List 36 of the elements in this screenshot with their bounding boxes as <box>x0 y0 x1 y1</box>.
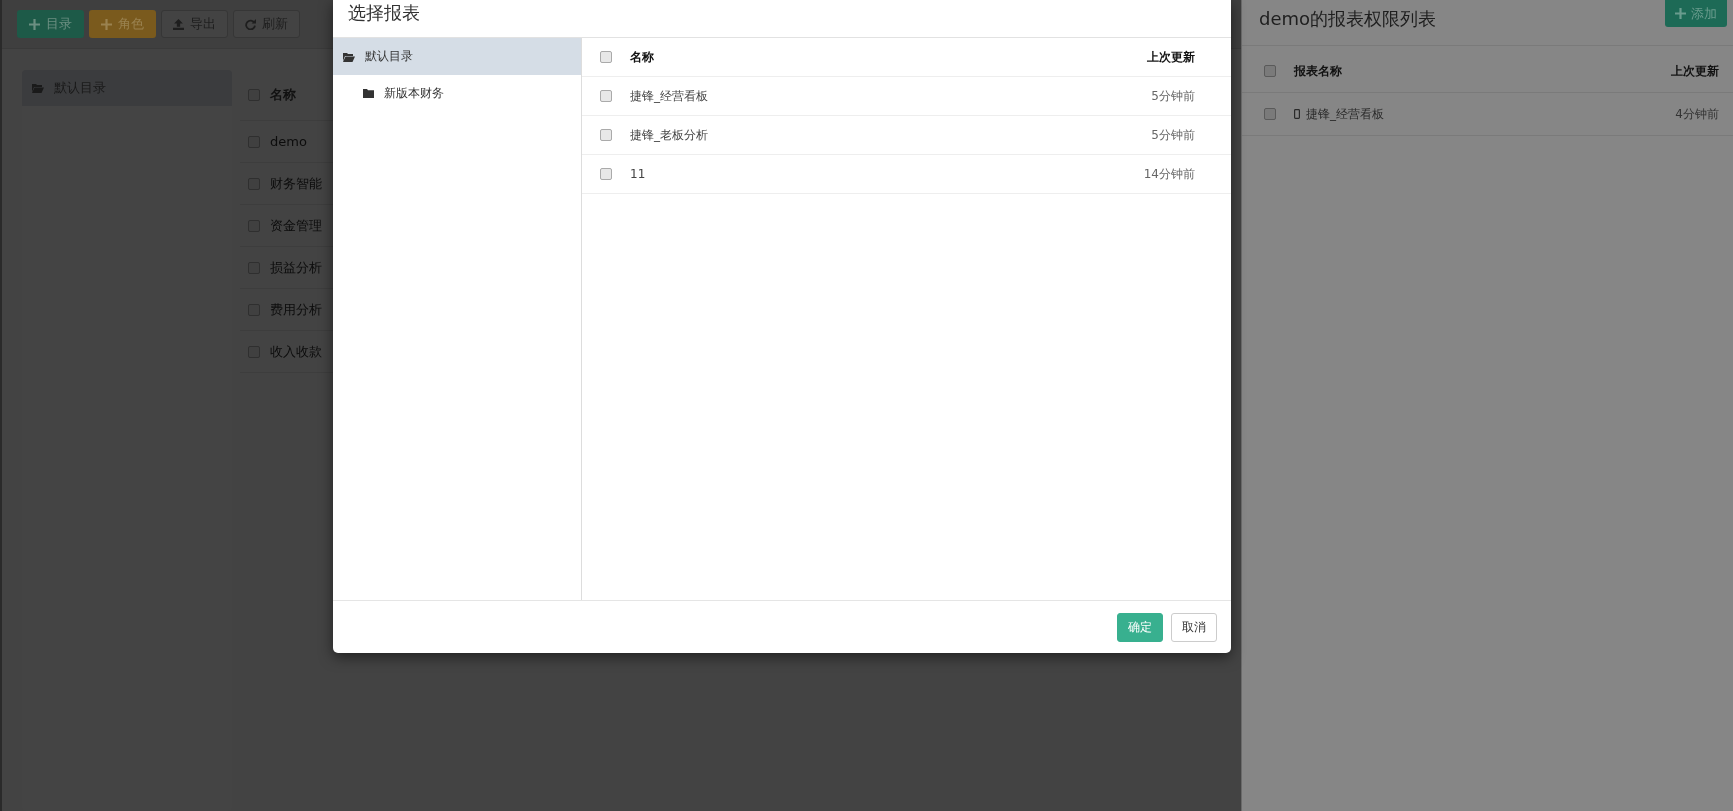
table-cell: demo <box>270 134 307 149</box>
table-cell: 14分钟前 <box>1143 165 1195 183</box>
column-header: 名称 <box>630 48 654 66</box>
checkbox[interactable] <box>600 51 612 63</box>
toolbar-button[interactable]: 目录 <box>17 10 84 38</box>
column-header: 上次更新 <box>1671 62 1719 80</box>
column-header: 上次更新 <box>1147 48 1195 66</box>
checkbox[interactable] <box>600 90 612 102</box>
upload-icon <box>173 18 184 30</box>
plus-icon <box>29 18 40 30</box>
tree-item[interactable]: 新版本财务 <box>333 75 581 112</box>
table-cell: 5分钟前 <box>1151 87 1195 105</box>
mobile-icon <box>1294 109 1300 119</box>
confirm-button[interactable]: 确定 <box>1117 612 1163 642</box>
checkbox[interactable] <box>1264 65 1276 77</box>
cancel-button[interactable]: 取消 <box>1171 612 1217 642</box>
table-cell: 捷锋_经营看板 <box>1306 105 1384 123</box>
table-cell: 捷锋_经营看板 <box>630 87 708 105</box>
open-folder-icon <box>343 51 355 62</box>
open-folder-icon <box>32 83 44 93</box>
panel-title: demo的报表权限列表 <box>1259 7 1437 31</box>
column-header: 报表名称 <box>1294 62 1342 80</box>
plus-icon <box>1675 8 1686 19</box>
tree-item[interactable]: 默认目录 <box>333 38 581 75</box>
folder-icon <box>363 89 374 98</box>
checkbox[interactable] <box>1264 108 1276 120</box>
add-button[interactable]: 添加 <box>1665 0 1727 27</box>
table-cell: 4分钟前 <box>1675 105 1719 123</box>
table-cell: 5分钟前 <box>1151 126 1195 144</box>
dialog-title: 选择报表 <box>348 1 420 25</box>
plus-icon <box>101 18 112 30</box>
table-cell: 捷锋_老板分析 <box>630 126 708 144</box>
checkbox[interactable] <box>600 168 612 180</box>
checkbox[interactable] <box>600 129 612 141</box>
refresh-icon <box>245 18 256 30</box>
table-cell: 11 <box>630 167 646 181</box>
